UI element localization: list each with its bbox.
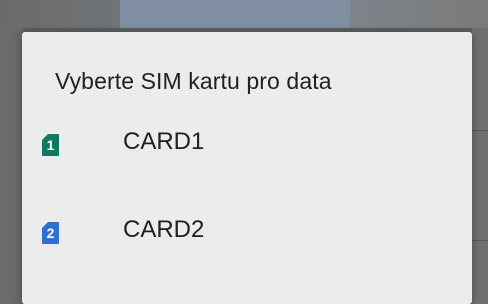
background-left-edge — [0, 28, 22, 304]
sim-slot-number: 2 — [46, 225, 55, 241]
sim-option-card1[interactable]: 1 CARD1 — [22, 112, 472, 176]
sim-option-label: CARD2 — [123, 216, 205, 243]
sim-select-dialog: Vyberte SIM kartu pro data 1 CARD1 2 CAR… — [22, 32, 472, 304]
dialog-title: Vyberte SIM kartu pro data — [55, 68, 332, 94]
sim-card-icon: 2 — [42, 222, 59, 244]
sim-option-card2[interactable]: 2 CARD2 — [22, 200, 472, 264]
background-divider — [472, 240, 488, 241]
sim-slot-number: 1 — [46, 137, 55, 153]
background-right-edge — [472, 28, 488, 304]
background-divider — [472, 130, 488, 131]
background-highlight — [120, 0, 350, 28]
sim-option-label: CARD1 — [123, 128, 205, 155]
sim-card-icon: 1 — [42, 134, 59, 156]
